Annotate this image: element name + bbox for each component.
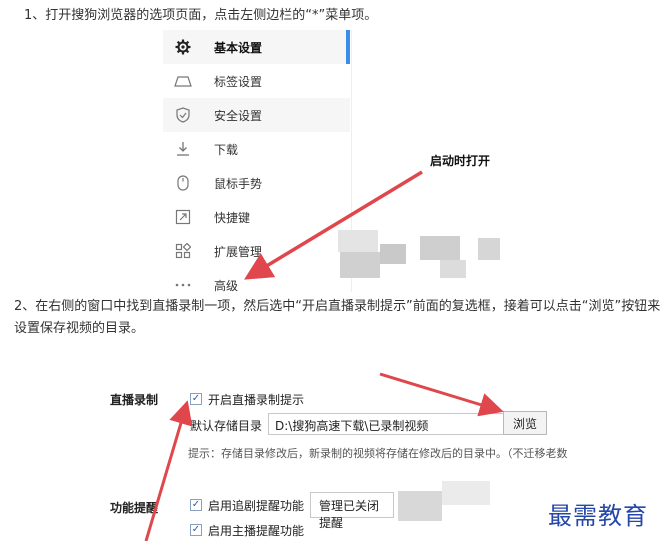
arrow-to-browse-button [379, 372, 504, 417]
arrow-to-advanced [244, 170, 423, 280]
annotation-arrows [144, 170, 504, 541]
arrow-to-record-checkbox [144, 400, 193, 541]
